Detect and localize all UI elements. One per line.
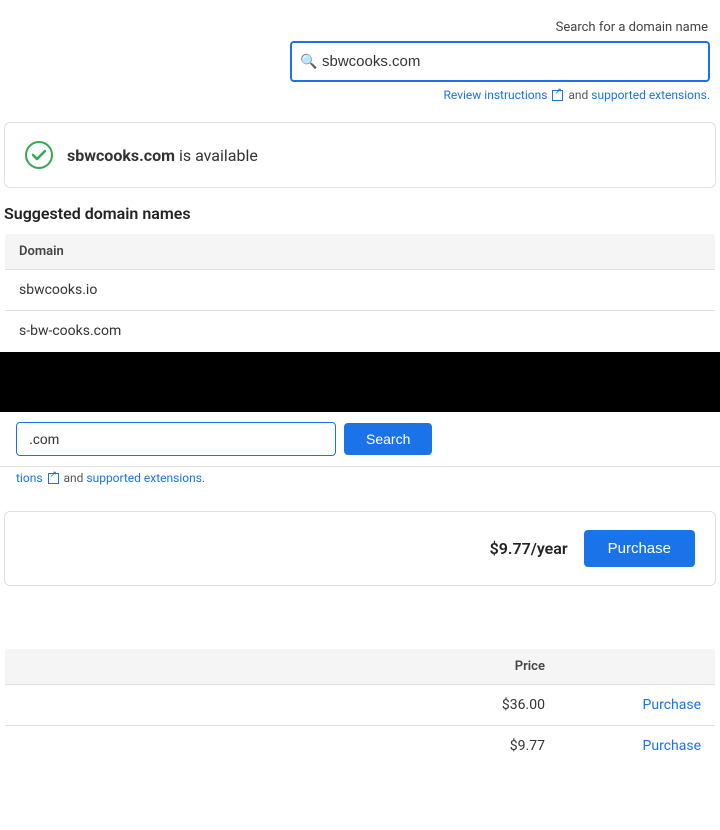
price-table-section: Price $36.00 Purchase $9.77 Purchase (4, 648, 716, 767)
price-row-2-domain (5, 726, 432, 767)
table-row: $36.00 Purchase (5, 685, 716, 726)
spacer (0, 602, 720, 632)
suggested-title: Suggested domain names (4, 204, 716, 223)
price-table: Price $36.00 Purchase $9.77 Purchase (4, 648, 716, 767)
top-search-section: Search for a domain name 🔍 Review instru… (0, 0, 720, 114)
price-row-1-price: $36.00 (431, 685, 559, 726)
and-text: and (568, 88, 588, 102)
bottom-review-instructions-link[interactable]: tions (16, 471, 43, 485)
bottom-supported-extensions-link[interactable]: supported extensions (86, 471, 202, 485)
available-status: is available (179, 146, 258, 165)
table-row: $9.77 Purchase (5, 726, 716, 767)
search-button[interactable]: Search (344, 423, 432, 455)
purchase-button[interactable]: Purchase (584, 530, 695, 567)
bottom-period: . (202, 471, 205, 485)
search-icon: 🔍 (300, 54, 317, 70)
domain-column-header: Domain (5, 234, 716, 270)
price-row-2-price: $9.77 (431, 726, 559, 767)
bottom-and-text: and (63, 471, 86, 485)
price-row-1-action: Purchase (559, 685, 716, 726)
domain-price: $9.77/year (490, 539, 568, 558)
price-table-domain-header (5, 649, 432, 685)
table-row: s-bw-cooks.com (5, 311, 716, 352)
available-domain-text: sbwcooks.com is available (67, 146, 258, 165)
external-link-icon: ↗ (552, 90, 563, 101)
bottom-ext-icon: ↗ (48, 473, 59, 484)
review-instructions: Review instructions ↗ and supported exte… (444, 88, 710, 102)
price-table-action-header (559, 649, 716, 685)
review-instructions-link[interactable]: Review instructions (444, 88, 548, 102)
domain-search-input[interactable] (290, 41, 710, 82)
search-label: Search for a domain name (556, 20, 708, 35)
price-row-1-domain (5, 685, 432, 726)
bottom-search-bar: Search (0, 412, 720, 467)
bottom-review-instructions: tions ↗ and supported extensions. (0, 467, 720, 495)
suggested-domains-table: Domain sbwcooks.io s-bw-cooks.com (4, 233, 716, 352)
black-overlay-bar (0, 352, 720, 412)
price-table-price-header: Price (431, 649, 559, 685)
suggested-domain-2: s-bw-cooks.com (5, 311, 716, 352)
check-circle-icon (25, 141, 53, 169)
supported-extensions-link[interactable]: supported extensions (591, 88, 707, 102)
available-domain-card: sbwcooks.com is available (4, 122, 716, 188)
price-row-2-action: Purchase (559, 726, 716, 767)
suggested-domain-1: sbwcooks.io (5, 270, 716, 311)
purchase-link-2[interactable]: Purchase (643, 738, 701, 754)
table-row: sbwcooks.io (5, 270, 716, 311)
purchase-link-1[interactable]: Purchase (643, 697, 701, 713)
bottom-search-input[interactable] (16, 422, 336, 456)
available-domain-name: sbwcooks.com (67, 146, 175, 165)
period: . (707, 88, 710, 102)
suggested-section: Suggested domain names Domain sbwcooks.i… (0, 204, 720, 352)
search-input-wrapper: 🔍 (290, 41, 710, 82)
purchase-section: $9.77/year Purchase (4, 511, 716, 586)
